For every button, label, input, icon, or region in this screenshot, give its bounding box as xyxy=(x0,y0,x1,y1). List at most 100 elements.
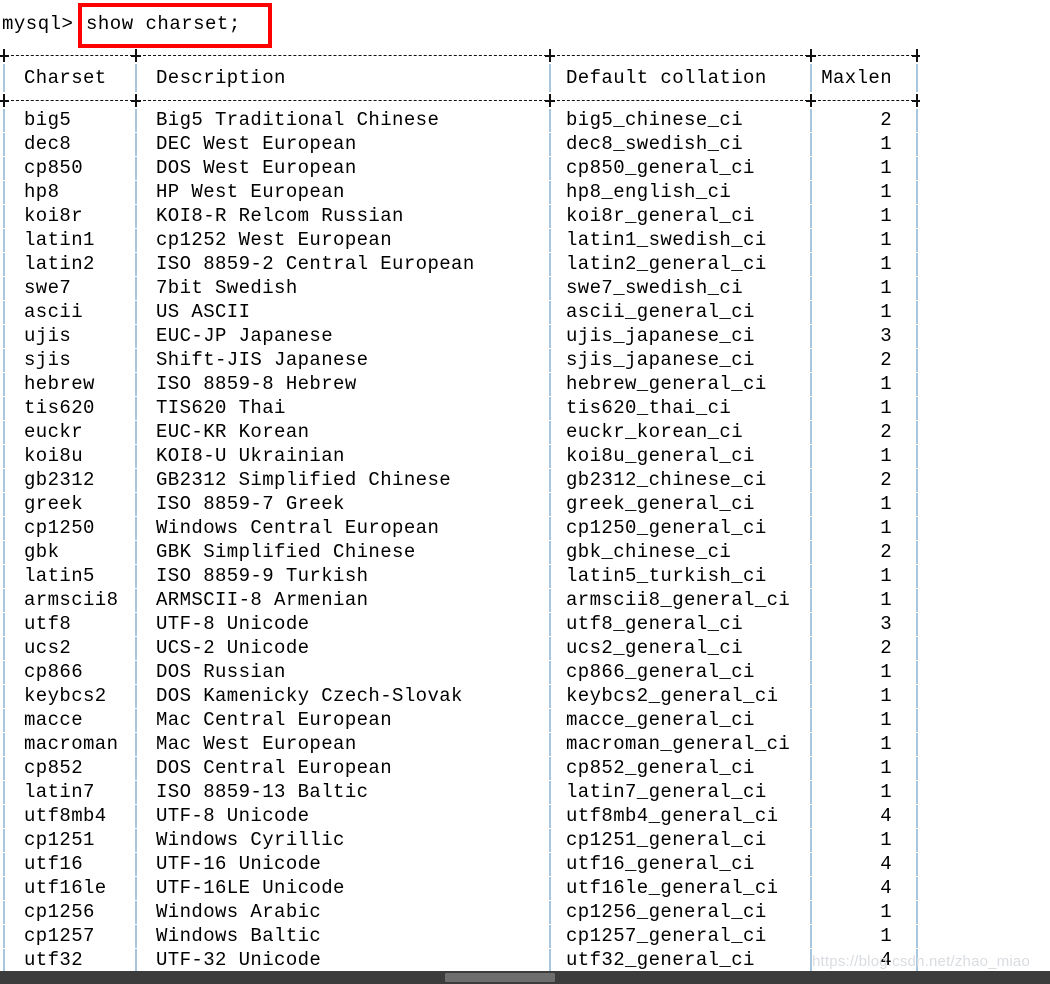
cell-description: Windows Central European xyxy=(156,517,440,539)
cell-charset: cp1251 xyxy=(24,829,95,851)
column-divider xyxy=(810,805,812,828)
table-row: utf8 UTF-8 Unicode utf8_general_ci 3 xyxy=(0,612,920,636)
cell-collation: greek_general_ci xyxy=(566,493,755,515)
column-divider xyxy=(916,133,918,156)
column-divider xyxy=(135,733,137,756)
table-row: cp1250 Windows Central European cp1250_gen… xyxy=(0,516,920,540)
table-row: gbk GBK Simplified Chinese gbk_chinese_ci 2 xyxy=(0,540,920,564)
column-divider xyxy=(549,277,551,300)
column-divider xyxy=(916,325,918,348)
cell-maxlen: 1 xyxy=(880,709,892,731)
column-divider xyxy=(810,277,812,300)
column-divider xyxy=(549,541,551,564)
cell-maxlen: 2 xyxy=(880,541,892,563)
column-divider xyxy=(916,349,918,372)
column-divider xyxy=(549,613,551,636)
separator-junction xyxy=(806,49,816,62)
column-divider xyxy=(916,157,918,180)
cell-maxlen: 1 xyxy=(880,517,892,539)
column-divider xyxy=(3,421,5,444)
column-divider xyxy=(135,445,137,468)
column-divider xyxy=(810,589,812,612)
column-divider xyxy=(916,421,918,444)
table-row: latin2 ISO 8859-2 Central European latin2_… xyxy=(0,252,920,276)
cell-description: KOI8-U Ukrainian xyxy=(156,445,345,467)
table-row: tis620 TIS620 Thai tis620_thai_ci 1 xyxy=(0,396,920,420)
cell-description: ISO 8859-13 Baltic xyxy=(156,781,369,803)
column-divider xyxy=(3,661,5,684)
cell-maxlen: 1 xyxy=(880,829,892,851)
cell-collation: big5_chinese_ci xyxy=(566,109,744,131)
column-divider xyxy=(3,349,5,372)
cell-charset: koi8r xyxy=(24,205,84,227)
column-divider xyxy=(3,805,5,828)
column-divider xyxy=(549,661,551,684)
column-divider xyxy=(810,757,812,780)
column-divider xyxy=(916,925,918,948)
column-divider xyxy=(810,469,812,492)
separator-dashes xyxy=(138,100,547,101)
cell-collation: ucs2_general_ci xyxy=(566,637,744,659)
column-divider xyxy=(3,589,5,612)
table-row: hebrew ISO 8859-8 Hebrew hebrew_general_ci… xyxy=(0,372,920,396)
column-divider xyxy=(810,541,812,564)
column-divider xyxy=(3,64,5,92)
cell-maxlen: 1 xyxy=(880,589,892,611)
cell-maxlen: 1 xyxy=(880,397,892,419)
charset-result-table: Charset Description Default collation Maxle… xyxy=(0,48,920,972)
column-divider xyxy=(135,541,137,564)
column-divider xyxy=(3,181,5,204)
column-divider xyxy=(549,757,551,780)
horizontal-scrollbar[interactable] xyxy=(0,971,1050,984)
column-divider xyxy=(549,445,551,468)
cell-collation: utf8_general_ci xyxy=(566,613,744,635)
column-divider xyxy=(549,637,551,660)
cell-description: UTF-16LE Unicode xyxy=(156,877,345,899)
column-divider xyxy=(810,253,812,276)
column-divider xyxy=(3,493,5,516)
column-divider xyxy=(135,325,137,348)
column-divider xyxy=(916,901,918,924)
cell-maxlen: 4 xyxy=(880,853,892,875)
column-divider xyxy=(135,949,137,972)
column-divider xyxy=(135,205,137,228)
cell-description: US ASCII xyxy=(156,301,251,323)
column-divider xyxy=(549,301,551,324)
cell-charset: cp1257 xyxy=(24,925,95,947)
cell-description: ISO 8859-7 Greek xyxy=(156,493,345,515)
cell-collation: cp1250_general_ci xyxy=(566,517,767,539)
separator-junction xyxy=(0,49,9,62)
column-divider xyxy=(549,181,551,204)
column-divider xyxy=(549,805,551,828)
cell-charset: utf32 xyxy=(24,949,84,971)
scrollbar-thumb[interactable] xyxy=(445,973,555,982)
cell-charset: cp1250 xyxy=(24,517,95,539)
column-divider xyxy=(135,661,137,684)
cell-description: GB2312 Simplified Chinese xyxy=(156,469,452,491)
cell-maxlen: 1 xyxy=(880,925,892,947)
column-divider xyxy=(810,325,812,348)
column-divider xyxy=(3,133,5,156)
cell-description: DOS Russian xyxy=(156,661,286,683)
table-row: cp850 DOS West European cp850_general_ci 1 xyxy=(0,156,920,180)
column-divider xyxy=(916,373,918,396)
column-divider xyxy=(549,157,551,180)
cell-maxlen: 3 xyxy=(880,325,892,347)
column-divider xyxy=(810,421,812,444)
column-divider xyxy=(135,181,137,204)
cell-collation: keybcs2_general_ci xyxy=(566,685,779,707)
column-divider xyxy=(810,373,812,396)
cell-description: DEC West European xyxy=(156,133,357,155)
column-divider xyxy=(916,949,918,972)
column-divider xyxy=(549,853,551,876)
cell-charset: utf8 xyxy=(24,613,72,635)
cell-maxlen: 2 xyxy=(880,349,892,371)
column-divider xyxy=(916,205,918,228)
column-divider xyxy=(810,685,812,708)
column-divider xyxy=(135,397,137,420)
column-divider xyxy=(916,181,918,204)
cell-description: ARMSCII-8 Armenian xyxy=(156,589,369,611)
cell-charset: gb2312 xyxy=(24,469,95,491)
column-divider xyxy=(916,613,918,636)
column-header-description: Description xyxy=(156,67,286,89)
